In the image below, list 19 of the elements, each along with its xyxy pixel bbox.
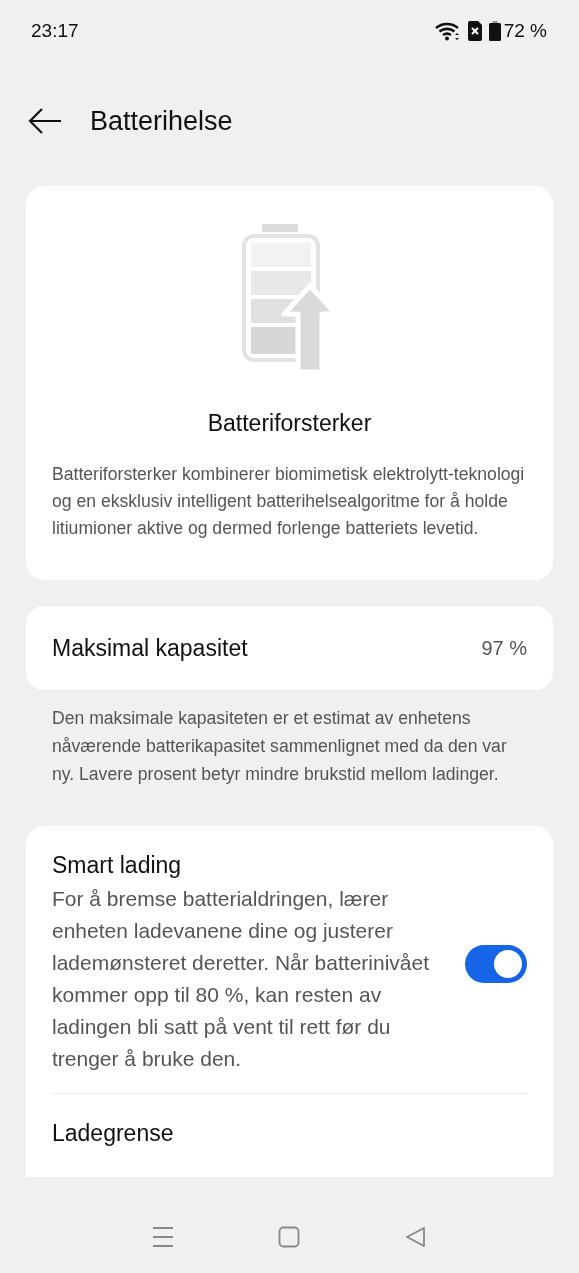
sim-icon (466, 21, 483, 41)
toggle-switch[interactable] (465, 944, 527, 983)
back-nav-button[interactable] (404, 1226, 427, 1248)
card-title: Batteriforsterker (207, 410, 372, 437)
menu-button[interactable] (152, 1226, 175, 1248)
setting-description: For å bremse batterialdringen, lærer enheten ladevanene dine og justerer lademønsteret deretter. Når batterinivået kommer opp til 80 %, kan resten av ladingen bli satt på vent til rett før du trenger å bruke den. (52, 886, 430, 1072)
clock: 23:17 (31, 20, 79, 42)
capacity-value: 97 % (481, 636, 527, 660)
back-button[interactable] (28, 108, 62, 134)
battery-icon (488, 21, 501, 41)
page-title: Batterihelse (90, 105, 233, 137)
setting-item[interactable]: Ladegrense (52, 1093, 527, 1177)
home-button[interactable] (278, 1226, 301, 1248)
card-description: Batteriforsterker kombinerer biomimetisk elektrolytt-teknologi og en eksklusiv intelligent batterihelsealgoritme for å holde litiumioner aktive og dermed forlenge batteriets levetid. (52, 463, 526, 540)
setting-title: Smart lading (52, 852, 183, 879)
wifi-icon (434, 21, 461, 41)
battery-percent: 72 % (503, 20, 547, 42)
capacity-label: Maksimal kapasitet (52, 634, 248, 662)
capacity-note: Den maksimale kapasiteten er et estimat av enhetens nåværende batterikapasitet sammenlignet med da den var ny. Lavere prosent betyr mindre brukstid mellom ladinger. (52, 707, 508, 786)
